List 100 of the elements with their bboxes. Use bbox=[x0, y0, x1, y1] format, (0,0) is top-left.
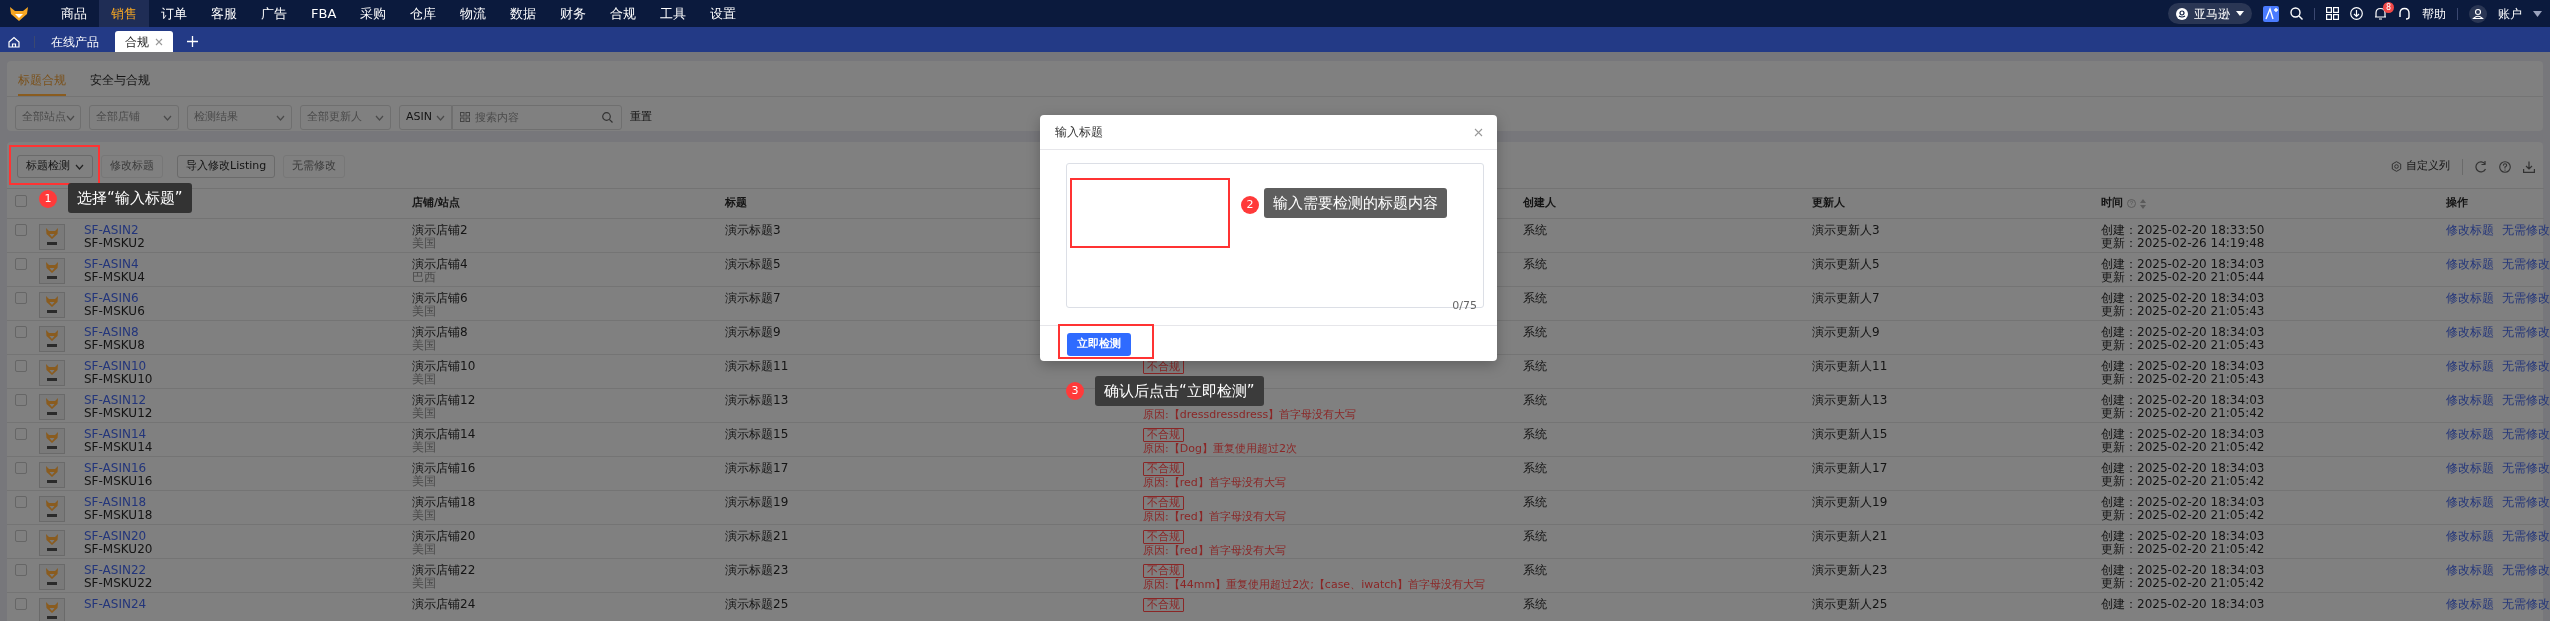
action-link[interactable]: 无需修改 bbox=[2502, 530, 2550, 543]
platform-selector[interactable]: 亚马逊 bbox=[2168, 3, 2252, 24]
asin-link[interactable]: SF-ASIN12 bbox=[84, 393, 147, 407]
home-icon[interactable] bbox=[8, 35, 20, 48]
row-checkbox[interactable] bbox=[15, 360, 27, 372]
created-time: 创建：2025-02-20 18:34:03 bbox=[2101, 359, 2265, 373]
action-link[interactable]: 无需修改 bbox=[2502, 360, 2550, 373]
action-link[interactable]: 无需修改 bbox=[2502, 326, 2550, 339]
asin-link[interactable]: SF-ASIN18 bbox=[84, 495, 147, 509]
customize-columns-button[interactable]: 自定义列 bbox=[2391, 158, 2450, 175]
row-checkbox[interactable] bbox=[15, 530, 27, 542]
menu-item[interactable]: 广告 bbox=[249, 0, 299, 27]
refresh-icon[interactable] bbox=[2475, 160, 2487, 173]
row-checkbox[interactable] bbox=[15, 462, 27, 474]
fox-logo-icon[interactable] bbox=[10, 6, 28, 21]
headset-icon[interactable] bbox=[2398, 7, 2411, 20]
menu-item[interactable]: 销售 bbox=[99, 0, 149, 27]
row-checkbox[interactable] bbox=[15, 258, 27, 270]
row-checkbox[interactable] bbox=[15, 326, 27, 338]
menu-item[interactable]: 合规 bbox=[598, 0, 649, 27]
action-link[interactable]: 无需修改 bbox=[2502, 428, 2550, 441]
action-link[interactable]: 修改标题 bbox=[2446, 326, 2494, 339]
account-menu[interactable]: 账户 bbox=[2498, 4, 2522, 23]
action-link[interactable]: 修改标题 bbox=[2446, 224, 2494, 237]
row-checkbox[interactable] bbox=[15, 224, 27, 236]
asin-link[interactable]: SF-ASIN4 bbox=[84, 257, 139, 271]
asin-link[interactable]: SF-ASIN8 bbox=[84, 325, 139, 339]
row-checkbox[interactable] bbox=[15, 564, 27, 576]
toolbar-button[interactable]: 导入修改Listing bbox=[177, 155, 276, 178]
reset-link[interactable]: 重置 bbox=[630, 109, 652, 126]
filter-select[interactable]: ASIN bbox=[399, 105, 452, 130]
action-link[interactable]: 修改标题 bbox=[2446, 258, 2494, 271]
menu-item[interactable]: 采购 bbox=[348, 0, 399, 27]
action-link[interactable]: 修改标题 bbox=[2446, 292, 2494, 305]
close-icon[interactable] bbox=[1474, 127, 1483, 137]
apps-icon[interactable] bbox=[2326, 7, 2339, 20]
page-tab[interactable]: 合规 bbox=[115, 31, 173, 52]
column-header[interactable]: 时间 bbox=[2101, 195, 2123, 212]
row-checkbox[interactable] bbox=[15, 292, 27, 304]
avatar-icon[interactable] bbox=[2469, 4, 2487, 23]
help-icon[interactable] bbox=[2499, 160, 2511, 173]
asin-link[interactable]: SF-ASIN10 bbox=[84, 359, 147, 373]
action-link[interactable]: 修改标题 bbox=[2446, 394, 2494, 407]
menu-item[interactable]: 工具 bbox=[648, 0, 699, 27]
select-all-checkbox[interactable] bbox=[15, 194, 27, 207]
action-link[interactable]: 修改标题 bbox=[2446, 462, 2494, 475]
action-link[interactable]: 无需修改 bbox=[2502, 292, 2550, 305]
action-link[interactable]: 修改标题 bbox=[2446, 428, 2494, 441]
page-tab[interactable]: 在线产品 bbox=[41, 31, 109, 52]
sort-icon[interactable] bbox=[2140, 198, 2146, 209]
asin-link[interactable]: SF-ASIN22 bbox=[84, 563, 147, 577]
sub-tab[interactable]: 安全与合规 bbox=[90, 71, 150, 96]
updater-name: 演示更新人13 bbox=[1812, 393, 1888, 407]
asin-link[interactable]: SF-ASIN20 bbox=[84, 529, 147, 543]
notification-badge: 8 bbox=[2383, 2, 2394, 13]
menu-item[interactable]: 物流 bbox=[448, 0, 499, 27]
scan-icon[interactable] bbox=[460, 112, 470, 122]
action-link[interactable]: 无需修改 bbox=[2502, 258, 2550, 271]
bell-icon[interactable] bbox=[2374, 7, 2387, 20]
updated-time: 更新：2025-02-20 21:05:42 bbox=[2101, 542, 2265, 556]
asin-link[interactable]: SF-ASIN6 bbox=[84, 291, 139, 305]
title-input[interactable] bbox=[1066, 163, 1484, 308]
menu-item[interactable]: 仓库 bbox=[398, 0, 449, 27]
menu-item[interactable]: 商品 bbox=[49, 0, 99, 27]
row-checkbox[interactable] bbox=[15, 496, 27, 508]
asin-link[interactable]: SF-ASIN16 bbox=[84, 461, 147, 475]
help-link[interactable]: 帮助 bbox=[2422, 4, 2446, 23]
ai-assistant-icon[interactable] bbox=[2263, 5, 2279, 22]
action-link[interactable]: 无需修改 bbox=[2502, 224, 2550, 237]
menu-item[interactable]: FBA bbox=[299, 0, 349, 27]
menu-item[interactable]: 客服 bbox=[199, 0, 249, 27]
sub-tab[interactable]: 标题合规 bbox=[18, 71, 66, 96]
menu-item[interactable]: 财务 bbox=[548, 0, 599, 27]
asin-link[interactable]: SF-ASIN24 bbox=[84, 597, 147, 611]
dropdown-button[interactable]: 标题检测 bbox=[17, 155, 93, 178]
action-link[interactable]: 修改标题 bbox=[2446, 496, 2494, 509]
asin-link[interactable]: SF-ASIN2 bbox=[84, 223, 139, 237]
action-link[interactable]: 无需修改 bbox=[2502, 496, 2550, 509]
created-time: 创建：2025-02-20 18:34:03 bbox=[2101, 495, 2265, 509]
caret-icon bbox=[276, 114, 285, 121]
action-link[interactable]: 无需修改 bbox=[2502, 394, 2550, 407]
row-checkbox[interactable] bbox=[15, 598, 27, 610]
menu-item[interactable]: 订单 bbox=[149, 0, 199, 27]
action-link[interactable]: 无需修改 bbox=[2502, 462, 2550, 475]
updated-time: 更新：2025-02-20 21:05:43 bbox=[2101, 338, 2265, 352]
row-checkbox[interactable] bbox=[15, 428, 27, 440]
menu-item[interactable]: 设置 bbox=[698, 0, 749, 27]
close-icon[interactable] bbox=[155, 37, 163, 46]
search-icon[interactable] bbox=[2290, 7, 2303, 20]
add-tab-icon[interactable] bbox=[187, 36, 198, 47]
row-checkbox[interactable] bbox=[15, 394, 27, 406]
asin-link[interactable]: SF-ASIN14 bbox=[84, 427, 147, 441]
action-link[interactable]: 修改标题 bbox=[2446, 564, 2494, 577]
action-link[interactable]: 修改标题 bbox=[2446, 530, 2494, 543]
action-link[interactable]: 修改标题 bbox=[2446, 360, 2494, 373]
action-link[interactable]: 修改标题 bbox=[2446, 598, 2494, 611]
detect-button[interactable]: 立即检测 bbox=[1067, 333, 1131, 356]
action-link[interactable]: 无需修改 bbox=[2502, 598, 2550, 611]
menu-item[interactable]: 数据 bbox=[498, 0, 549, 27]
action-link[interactable]: 无需修改 bbox=[2502, 564, 2550, 577]
